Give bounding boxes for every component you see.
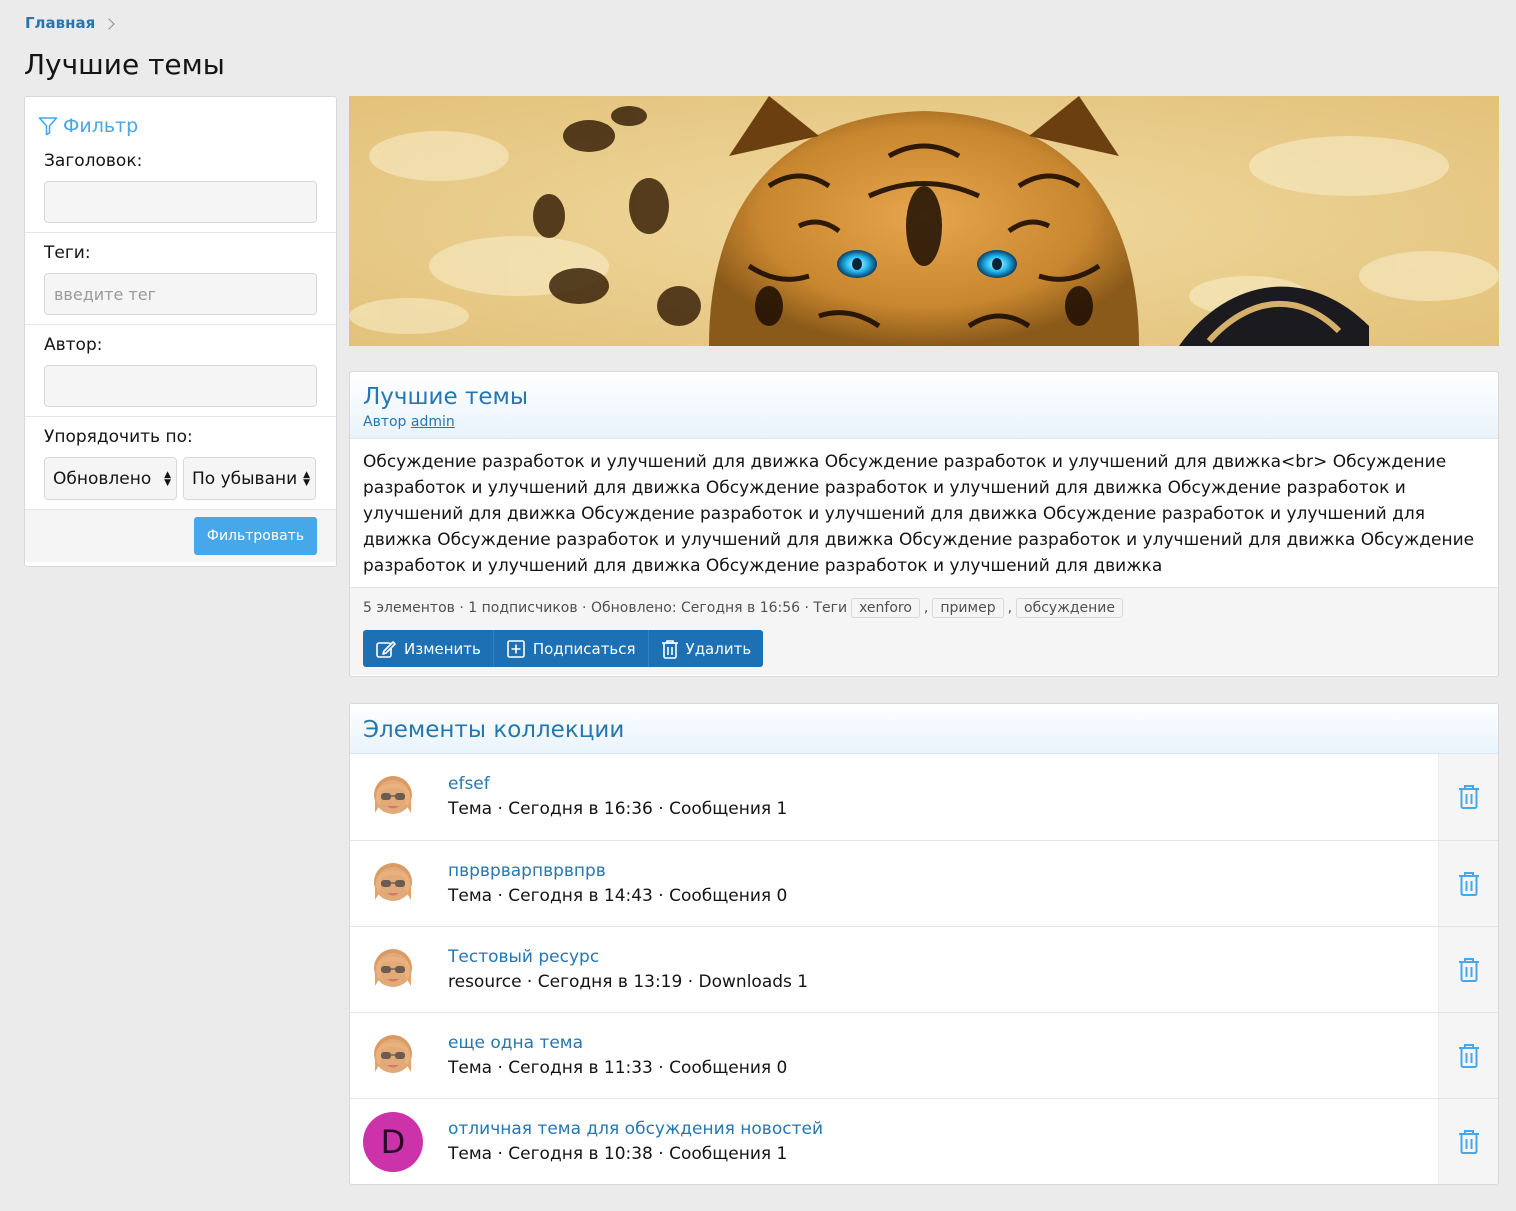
- collection-banner-image: [349, 96, 1499, 346]
- item-title-link[interactable]: еще одна тема: [448, 1031, 787, 1055]
- select-arrows-icon: ▲ ▼: [301, 470, 310, 488]
- plus-square-icon: [507, 639, 525, 658]
- avatar[interactable]: D: [363, 1111, 423, 1172]
- breadcrumb-home-link[interactable]: Главная: [25, 14, 95, 32]
- item-meta: resource · Сегодня в 13:19 · Downloads 1: [448, 971, 809, 992]
- author-link[interactable]: admin: [411, 414, 455, 430]
- filter-tags-input[interactable]: введите тег: [44, 273, 317, 315]
- filter-title-label: Заголовок:: [44, 151, 143, 171]
- collection-actions: Изменить Подписаться Удалить: [363, 630, 764, 667]
- order-field-select[interactable]: Обновлено ▲ ▼: [44, 457, 177, 500]
- trash-icon: [1458, 1129, 1479, 1154]
- avatar[interactable]: [363, 767, 423, 827]
- filter-title-input[interactable]: [44, 181, 317, 223]
- item-title-link[interactable]: Тестовый ресурс: [448, 945, 808, 969]
- filter-icon: [38, 117, 58, 136]
- filter-order-block: Упорядочить по: Обновлено ▲ ▼ По убывани …: [25, 417, 336, 500]
- filter-tags-label: Теги:: [44, 243, 91, 263]
- filter-tags-block: Теги: введите тег: [25, 233, 336, 325]
- list-item: еще одна тема Тема · Сегодня в 11:33 · С…: [350, 1012, 1498, 1098]
- remove-item-button[interactable]: [1438, 754, 1498, 840]
- items-header: Элементы коллекции: [350, 704, 1498, 754]
- list-item: efsef Тема · Сегодня в 16:36 · Сообщения…: [350, 754, 1498, 840]
- list-item: D отличная тема для обсуждения новостей …: [350, 1098, 1498, 1184]
- filter-author-label: Автор:: [44, 335, 103, 355]
- order-direction-value: По убывани: [192, 468, 298, 489]
- list-item: Тестовый ресурс resource · Сегодня в 13:…: [350, 926, 1498, 1012]
- subscribe-button[interactable]: Подписаться: [494, 630, 649, 667]
- filter-footer: Фильтровать: [25, 509, 336, 562]
- order-direction-select[interactable]: По убывани ▲ ▼: [183, 457, 316, 500]
- tag-separator: ,: [1007, 600, 1013, 616]
- filter-order-label: Упорядочить по:: [44, 427, 193, 447]
- remove-item-button[interactable]: [1438, 1013, 1498, 1098]
- list-item: пврврварпврвпрв Тема · Сегодня в 14:43 ·…: [350, 840, 1498, 926]
- collection-footer: 5 элементов · 1 подписчиков · Обновлено:…: [350, 587, 1498, 675]
- trash-icon: [1458, 785, 1479, 809]
- breadcrumb: Главная: [25, 14, 115, 32]
- filter-submit-button[interactable]: Фильтровать: [194, 517, 317, 555]
- filter-header[interactable]: Фильтр: [25, 97, 336, 143]
- item-meta: Тема · Сегодня в 14:43 · Сообщения 0: [448, 885, 788, 906]
- item-title-link[interactable]: отличная тема для обсуждения новостей: [448, 1117, 823, 1141]
- avatar[interactable]: [363, 1026, 423, 1086]
- item-title-link[interactable]: efsef: [448, 772, 787, 796]
- item-title-link[interactable]: пврврварпврвпрв: [448, 859, 787, 883]
- delete-button[interactable]: Удалить: [649, 630, 764, 667]
- avatar[interactable]: [363, 940, 423, 1000]
- tag-link[interactable]: пример: [932, 598, 1004, 618]
- subscribe-button-label: Подписаться: [532, 639, 636, 658]
- remove-item-button[interactable]: [1438, 841, 1498, 926]
- filter-title-block: Заголовок:: [25, 143, 336, 233]
- tag-link[interactable]: обсуждение: [1016, 598, 1123, 618]
- remove-item-button[interactable]: [1438, 1099, 1498, 1184]
- collection-items-block: Элементы коллекции efsef Тема · Сегодня …: [349, 703, 1499, 1185]
- filter-title: Фильтр: [63, 115, 139, 137]
- collection-author-line: Автор admin: [363, 414, 1485, 430]
- collection-meta-text: 5 элементов · 1 подписчиков · Обновлено:…: [363, 600, 848, 616]
- trash-icon: [1458, 1043, 1479, 1068]
- filter-author-input[interactable]: [44, 365, 317, 407]
- remove-item-button[interactable]: [1438, 927, 1498, 1012]
- filter-sidebar: Фильтр Заголовок: Теги: введите тег Авто…: [24, 96, 337, 567]
- trash-icon: [661, 639, 678, 659]
- item-meta: Тема · Сегодня в 16:36 · Сообщения 1: [448, 799, 788, 819]
- items-list: efsef Тема · Сегодня в 16:36 · Сообщения…: [350, 754, 1498, 1184]
- trash-icon: [1458, 871, 1479, 896]
- delete-button-label: Удалить: [685, 639, 752, 658]
- chevron-right-icon: [103, 17, 115, 30]
- author-prefix: Автор: [363, 414, 407, 430]
- edit-button-label: Изменить: [404, 639, 481, 658]
- tag-link[interactable]: xenforo: [851, 598, 920, 618]
- select-arrows-icon: ▲ ▼: [162, 470, 171, 488]
- collection-info-block: Лучшие темы Автор admin Обсуждение разра…: [349, 371, 1499, 677]
- collection-description: Обсуждение разработок и улучшений для дв…: [363, 452, 1475, 576]
- collection-header: Лучшие темы Автор admin: [350, 372, 1498, 439]
- collection-title: Лучшие темы: [363, 384, 529, 410]
- tag-separator: ,: [923, 600, 929, 616]
- avatar[interactable]: [363, 854, 423, 914]
- items-title: Элементы коллекции: [363, 717, 625, 743]
- edit-icon: [376, 640, 396, 658]
- order-field-value: Обновлено: [53, 468, 152, 489]
- page-title: Лучшие темы: [24, 48, 225, 81]
- item-meta: Тема · Сегодня в 11:33 · Сообщения 0: [448, 1057, 788, 1078]
- filter-author-block: Автор:: [25, 325, 336, 417]
- item-meta: Тема · Сегодня в 10:38 · Сообщения 1: [448, 1143, 788, 1164]
- edit-button[interactable]: Изменить: [363, 630, 494, 667]
- collection-meta: 5 элементов · 1 подписчиков · Обновлено:…: [363, 596, 1485, 620]
- trash-icon: [1458, 957, 1479, 982]
